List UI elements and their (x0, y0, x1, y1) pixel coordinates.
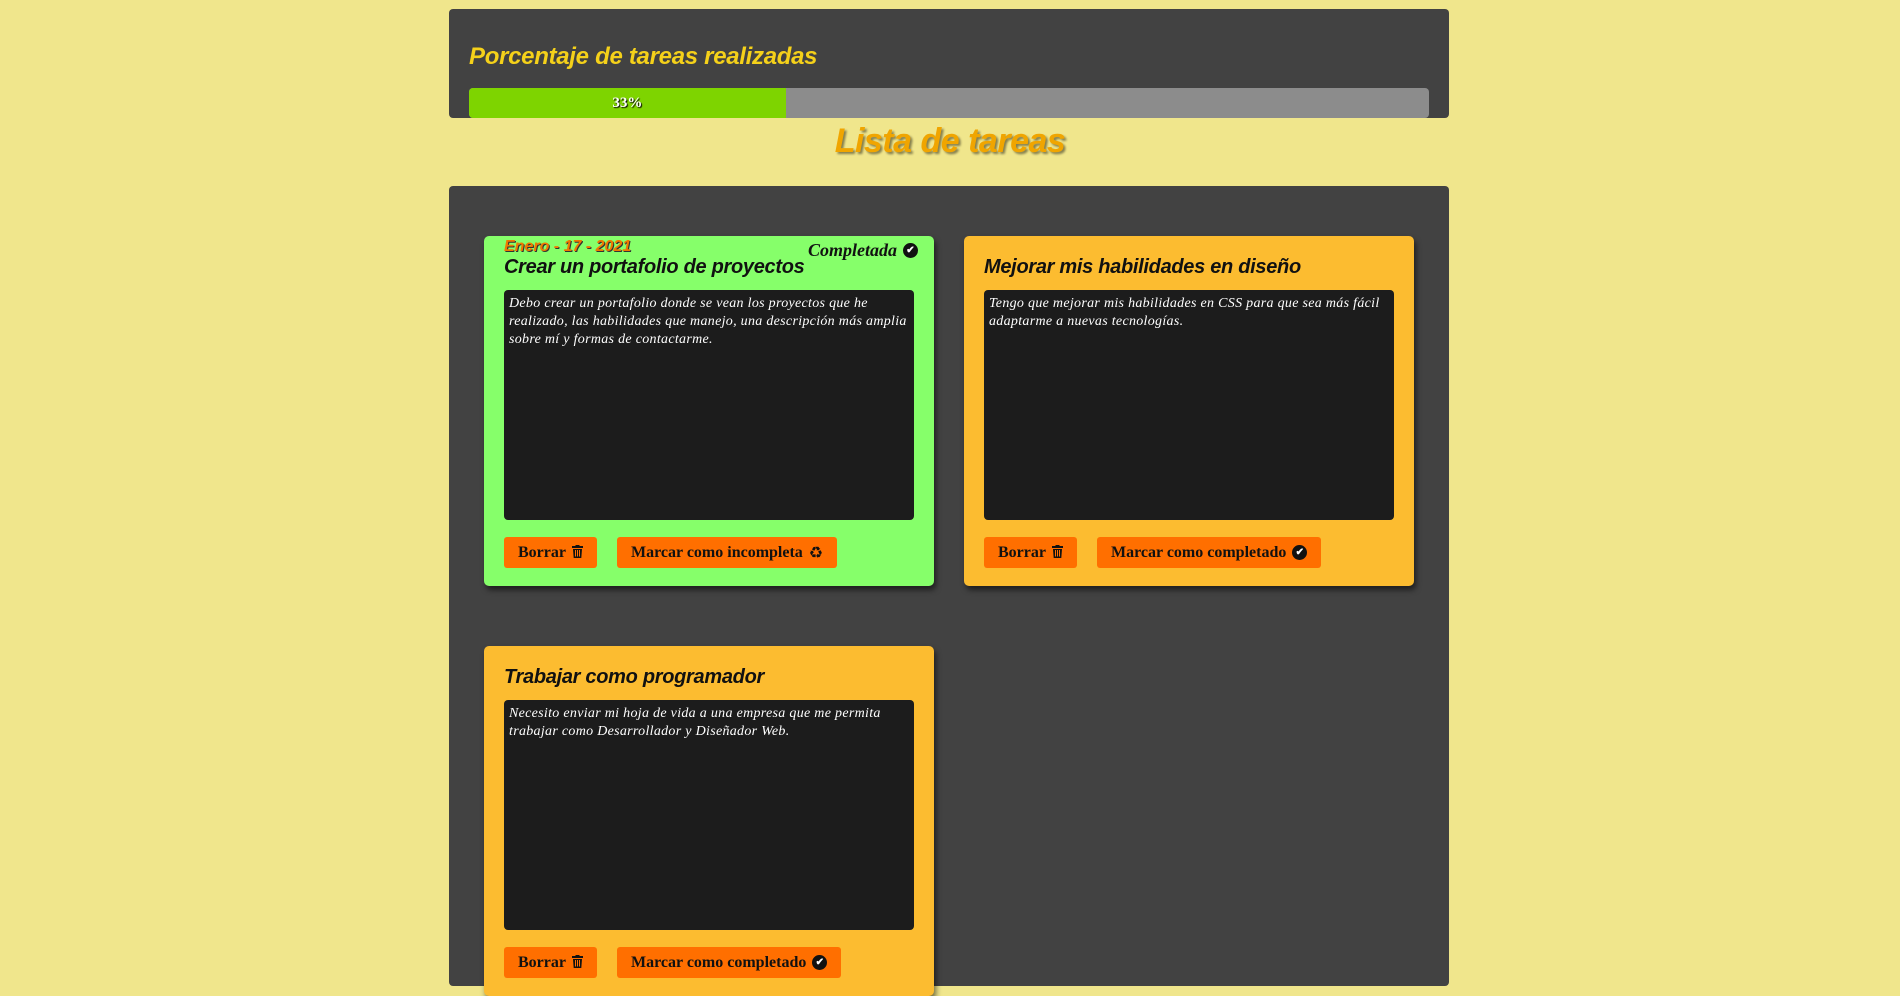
delete-task-button[interactable]: Borrar (984, 537, 1077, 568)
task-actions: Borrar Marcar como completado ✔ (984, 537, 1322, 568)
toggle-button-label: Marcar como completado (1110, 543, 1287, 561)
task-card: Mejorar mis habilidades en diseño Tengo … (964, 236, 1414, 586)
task-status: Completada ✔ (808, 240, 918, 261)
mark-complete-button[interactable]: Marcar como completado ✔ (616, 947, 842, 978)
delete-task-button[interactable]: Borrar (504, 947, 597, 978)
task-actions: Borrar Marcar como incompleta ♻ (504, 537, 838, 568)
progress-panel: Porcentaje de tareas realizadas 33% (449, 9, 1449, 118)
mark-incomplete-button[interactable]: Marcar como incompleta ♻ (616, 537, 838, 568)
task-card: Enero - 17 - 2021 Completada ✔ Crear un … (484, 236, 934, 586)
trash-icon (1051, 545, 1063, 558)
page-title: Lista de tareas (834, 122, 1066, 160)
toggle-button-label: Marcar como completado (630, 953, 807, 971)
toggle-button-label: Marcar como incompleta (630, 543, 803, 561)
task-title: Crear un portafolio de proyectos (504, 256, 805, 278)
progress-percent-label: 33% (612, 94, 643, 111)
trash-icon (571, 955, 583, 968)
progress-bar-fill: 33% (469, 88, 786, 118)
delete-button-label: Borrar (518, 543, 566, 561)
task-date: Enero - 17 - 2021 (504, 238, 632, 255)
tasks-panel: Enero - 17 - 2021 Completada ✔ Crear un … (449, 186, 1449, 996)
check-circle-icon: ✔ (812, 955, 828, 970)
recycle-icon: ♻ (808, 544, 824, 562)
check-circle-icon: ✔ (903, 243, 918, 258)
delete-task-button[interactable]: Borrar (504, 537, 597, 568)
trash-icon (571, 545, 583, 558)
check-circle-icon: ✔ (1292, 545, 1308, 560)
task-title: Trabajar como programador (504, 666, 764, 688)
progress-bar: 33% (469, 88, 1429, 118)
task-card: Trabajar como programador Necesito envia… (484, 646, 934, 996)
task-actions: Borrar Marcar como completado ✔ (504, 947, 842, 978)
task-description[interactable]: Necesito enviar mi hoja de vida a una em… (504, 700, 914, 930)
task-description[interactable]: Debo crear un portafolio donde se vean l… (504, 290, 914, 520)
task-status-label: Completada (808, 240, 897, 260)
task-description[interactable]: Tengo que mejorar mis habilidades en CSS… (984, 290, 1394, 520)
delete-button-label: Borrar (518, 953, 566, 971)
progress-title: Porcentaje de tareas realizadas (469, 43, 818, 70)
task-title: Mejorar mis habilidades en diseño (984, 256, 1301, 278)
delete-button-label: Borrar (998, 543, 1046, 561)
mark-complete-button[interactable]: Marcar como completado ✔ (1096, 537, 1322, 568)
